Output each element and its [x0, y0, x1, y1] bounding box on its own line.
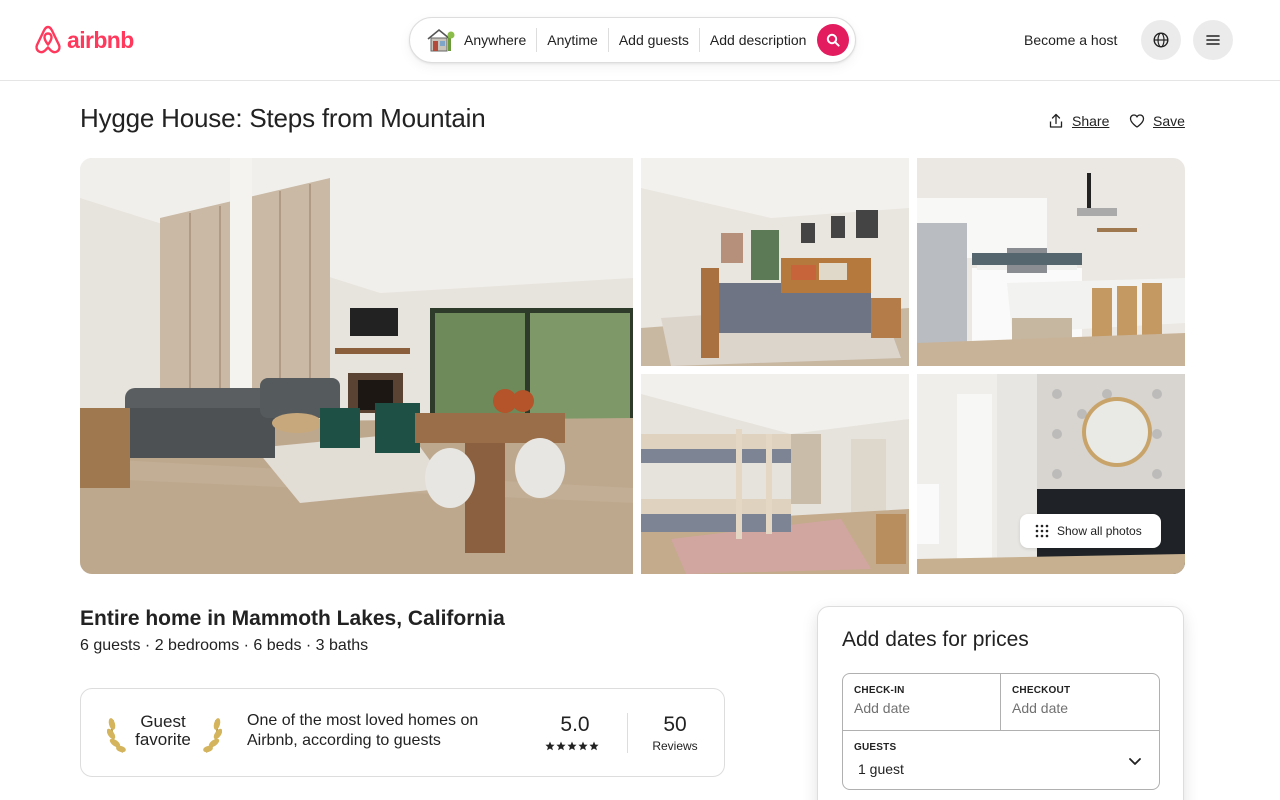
become-host-link[interactable]: Become a host [1010, 28, 1131, 52]
star-icon [578, 741, 588, 751]
show-all-photos-button[interactable]: Show all photos [1020, 514, 1161, 548]
guests-value: 1 guest [858, 761, 904, 777]
rating-divider [627, 713, 628, 753]
search-icon [826, 33, 840, 47]
share-label: Share [1072, 113, 1110, 129]
bunk-room-image [641, 374, 909, 574]
save-button[interactable]: Save [1129, 113, 1185, 129]
reviews-label[interactable]: Reviews [645, 739, 705, 753]
photo-bedroom[interactable] [641, 158, 909, 366]
star-icon [589, 741, 599, 751]
top-header: airbnb Anywhere Anytime Add guests Add d… [0, 0, 1280, 81]
laurel-left-icon [107, 718, 126, 753]
checkout-label: CHECKOUT [1012, 685, 1071, 696]
listing-details: 6 guests · 2 bedrooms · 6 beds · 3 baths [80, 637, 369, 654]
kitchen-image [917, 158, 1185, 366]
share-icon [1049, 113, 1063, 128]
reviews-count[interactable]: 50 [645, 713, 705, 737]
search-anytime[interactable]: Anytime [537, 28, 608, 52]
globe-icon [1153, 32, 1169, 48]
guest-favorite-line1: Guest [140, 712, 186, 731]
checkin-label: CHECK-IN [854, 685, 905, 696]
airbnb-logo-icon [35, 25, 61, 54]
rating-value: 5.0 [560, 713, 590, 736]
photo-gallery [80, 158, 1185, 574]
photo-bunk-room[interactable] [641, 374, 909, 574]
chevron-down-icon [1129, 758, 1141, 765]
photo-kitchen[interactable] [917, 158, 1185, 366]
main-menu-button[interactable] [1193, 20, 1233, 60]
guest-favorite-card[interactable]: Guest favorite One of the most loved hom… [80, 688, 725, 777]
search-add-description[interactable]: Add description [700, 28, 817, 52]
heart-icon [1129, 114, 1145, 128]
checkout-value: Add date [1012, 700, 1069, 716]
living-room-image [80, 158, 633, 574]
guest-favorite-line2: favorite [135, 730, 191, 749]
checkout-field[interactable]: CHECKOUT Add date [1001, 674, 1159, 730]
airbnb-logo[interactable]: airbnb [32, 24, 134, 56]
hamburger-menu-icon [1206, 35, 1220, 45]
booking-date-picker: CHECK-IN Add date CHECKOUT Add date GUES… [842, 673, 1160, 790]
photo-living-room[interactable] [80, 158, 633, 574]
checkin-field[interactable]: CHECK-IN Add date [843, 674, 1001, 730]
checkin-value: Add date [854, 700, 911, 716]
save-label: Save [1153, 113, 1185, 129]
listing-subtitle: Entire home in Mammoth Lakes, California [80, 607, 505, 630]
guests-label: GUESTS [854, 742, 897, 753]
search-add-guests[interactable]: Add guests [609, 28, 699, 52]
guest-favorite-description: One of the most loved homes on Airbnb, a… [247, 712, 479, 749]
laurel-right-icon [203, 718, 222, 753]
search-bar[interactable]: Anywhere Anytime Add guests Add descript… [409, 17, 856, 63]
share-button[interactable]: Share [1048, 113, 1109, 129]
search-button[interactable] [817, 24, 849, 56]
rating-stars [545, 741, 599, 751]
bedroom-image [641, 158, 909, 366]
booking-card: Add dates for prices CHECK-IN Add date C… [817, 606, 1184, 800]
brand-name: airbnb [67, 26, 134, 53]
show-all-photos-label: Show all photos [1057, 524, 1142, 538]
language-button[interactable] [1141, 20, 1181, 60]
search-anywhere[interactable]: Anywhere [464, 28, 536, 52]
booking-title: Add dates for prices [842, 628, 1029, 651]
star-icon [567, 741, 577, 751]
guests-select[interactable]: GUESTS 1 guest [843, 730, 1159, 789]
star-icon [556, 741, 566, 751]
star-icon [545, 741, 555, 751]
house-icon [427, 28, 455, 52]
listing-title: Hygge House: Steps from Mountain [80, 103, 486, 133]
guest-favorite-label: Guest favorite [131, 713, 195, 749]
grid-dots-icon [1035, 524, 1049, 538]
